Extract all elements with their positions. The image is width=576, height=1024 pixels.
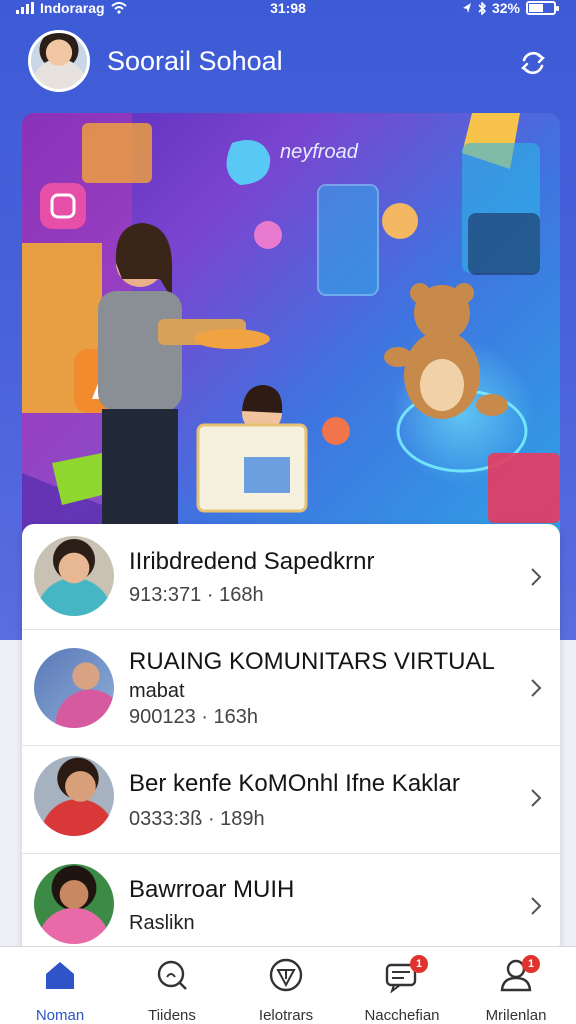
hero-illustration <box>22 113 560 553</box>
item-subtitle: Raslikn <box>129 912 195 934</box>
battery-percent: 32% <box>491 0 520 16</box>
nav-label: Mrilenlan <box>485 1007 547 1024</box>
item-title: IIribdredend Sapedkrnr <box>129 548 375 575</box>
location-icon <box>462 3 471 13</box>
nav-events[interactable]: Ielotrars <box>236 957 336 1024</box>
events-icon <box>269 958 303 992</box>
chevron-right-icon <box>531 568 542 586</box>
hero-banner[interactable]: neyfroad <box>22 113 560 553</box>
chevron-right-icon <box>531 679 542 697</box>
home-icon <box>46 962 74 989</box>
list-item[interactable]: IIribdredend Sapedkrnr 913:371 · 168h <box>22 524 560 630</box>
chevron-right-icon <box>531 789 542 807</box>
nav-home[interactable]: Noman <box>10 957 110 1024</box>
nav-search[interactable]: Tiidens <box>122 957 222 1024</box>
nav-label: Ielotrars <box>258 1007 314 1024</box>
search-icon <box>157 960 187 990</box>
item-meta: 913:371 · 168h <box>129 584 264 606</box>
item-title: Ber kenfe KoMOnhl Ifne Kaklar <box>129 770 460 797</box>
list-item[interactable]: RUAING KOMUNITARS VIRTUAL mabat 900123 ·… <box>22 630 560 746</box>
avatar <box>34 864 114 944</box>
list-item[interactable]: Bawrroar MUIH Raslikn <box>22 854 560 954</box>
refresh-icon[interactable] <box>516 46 550 80</box>
hero-caption: neyfroad <box>280 141 358 163</box>
profile-avatar[interactable] <box>28 30 90 92</box>
list-item[interactable]: Ber kenfe KoMOnhl Ifne Kaklar 0333:3ß · … <box>22 746 560 854</box>
avatar <box>34 536 114 616</box>
nav-label: Nacchefian <box>364 1007 440 1024</box>
item-title: Bawrroar MUIH <box>129 876 295 903</box>
item-subtitle: mabat <box>129 680 185 702</box>
nav-label: Tiidens <box>148 1007 196 1024</box>
notification-badge: 1 <box>410 955 428 973</box>
nav-profile[interactable]: 1 Mrilenlan <box>466 955 566 1024</box>
app-title: Soorail Sohoal <box>107 46 283 76</box>
item-title: RUAING KOMUNITARS VIRTUAL <box>129 648 495 675</box>
avatar <box>34 756 114 836</box>
nav-label: Noman <box>35 1007 85 1024</box>
battery-icon <box>526 1 559 15</box>
bottom-nav: Noman Tiidens Ielotrars 1 Nacchefian 1 M… <box>0 946 576 1024</box>
avatar <box>34 648 114 728</box>
notification-badge: 1 <box>522 955 540 973</box>
item-meta: 900123 · 163h <box>129 706 259 728</box>
nav-messages[interactable]: 1 Nacchefian <box>352 955 452 1024</box>
bluetooth-icon <box>478 1 486 15</box>
item-meta: 0333:3ß · 189h <box>129 808 265 830</box>
app-header: Soorail Sohoal <box>0 26 576 98</box>
status-bar: Indorarag 31:98 32% <box>0 0 576 22</box>
chevron-right-icon <box>531 897 542 915</box>
community-list: IIribdredend Sapedkrnr 913:371 · 168h RU… <box>22 524 560 954</box>
